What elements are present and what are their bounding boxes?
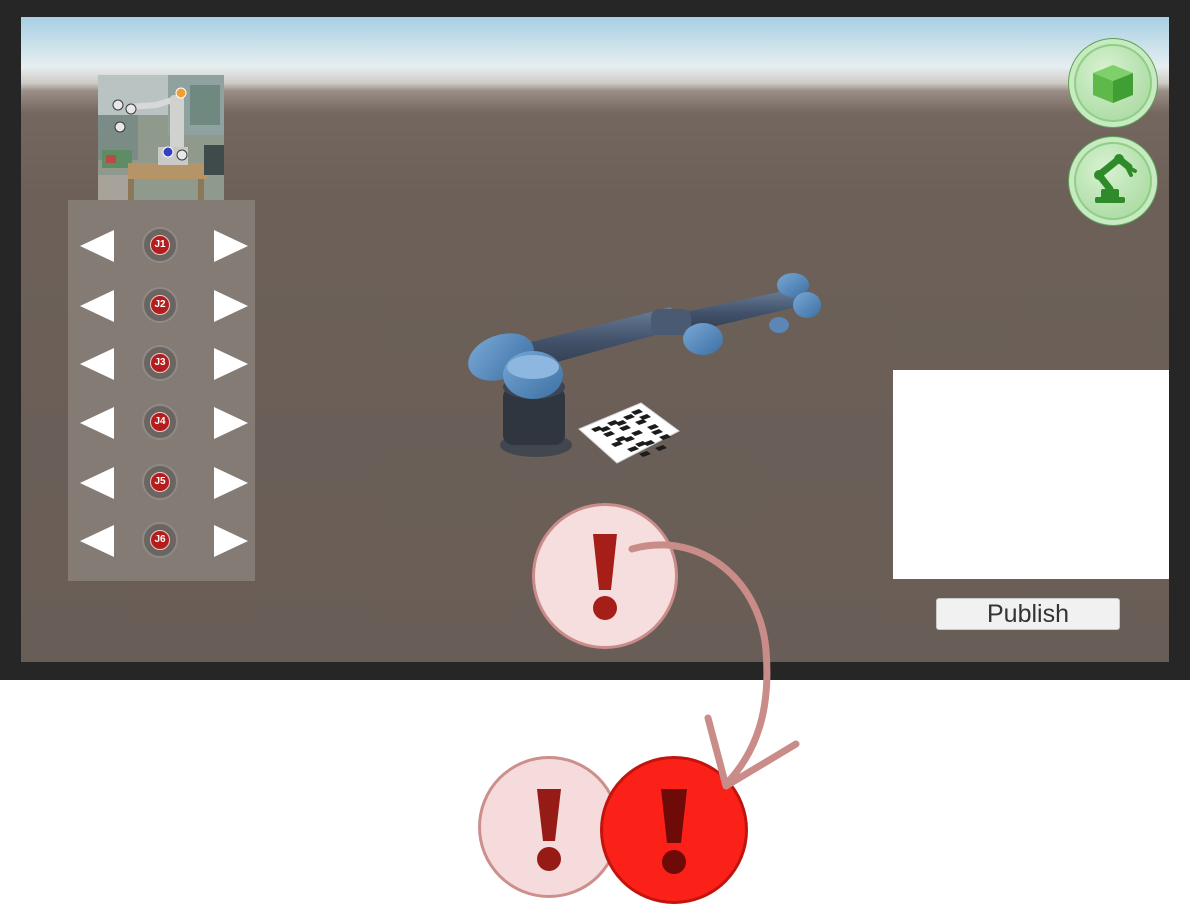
calibration-checkerboard [578,402,680,464]
joint-row-3: J3 [68,344,255,384]
joint-4-badge: J4 [142,404,178,440]
joint-6-decrease-arrow-icon[interactable] [80,525,114,557]
robot-arm-icon [1094,154,1137,203]
joint-1-badge: J1 [142,227,178,263]
joint-2-label: J2 [150,295,170,315]
joint-1-label: J1 [150,235,170,255]
joint-row-6: J6 [68,521,255,561]
cube-view-button[interactable] [1069,39,1157,127]
joint-5-label: J5 [150,472,170,492]
joint-4-increase-arrow-icon[interactable] [214,407,248,439]
joint-3-decrease-arrow-icon[interactable] [80,348,114,380]
joint-5-decrease-arrow-icon[interactable] [80,467,114,499]
robot-mode-button[interactable] [1069,137,1157,225]
alert-inactive-state [478,756,620,898]
cube-icon [1093,65,1133,103]
image-preview-panel [893,370,1169,579]
joint-2-increase-arrow-icon[interactable] [214,290,248,322]
joint-1-decrease-arrow-icon[interactable] [80,230,114,262]
joint-3-label: J3 [150,353,170,373]
joint-2-badge: J2 [142,287,178,323]
joint-2-decrease-arrow-icon[interactable] [80,290,114,322]
joint-row-5: J5 [68,463,255,503]
joint-5-badge: J5 [142,464,178,500]
publish-button[interactable]: Publish [936,598,1120,630]
exclamation-icon [593,534,617,620]
joint-6-label: J6 [150,530,170,550]
joint-row-2: J2 [68,286,255,326]
joint-1-increase-arrow-icon[interactable] [214,230,248,262]
joint-6-increase-arrow-icon[interactable] [214,525,248,557]
joint-3-badge: J3 [142,345,178,381]
exclamation-icon [537,789,561,871]
joint-control-panel: J1 J2 J3 J4 J5 J6 [68,200,255,581]
joint-5-increase-arrow-icon[interactable] [214,467,248,499]
joint-row-1: J1 [68,226,255,266]
camera-thumbnail [98,75,224,200]
joint-4-label: J4 [150,412,170,432]
joint-6-badge: J6 [142,522,178,558]
joint-3-increase-arrow-icon[interactable] [214,348,248,380]
alert-active-state [600,756,748,904]
alert-indicator-button[interactable] [532,503,678,649]
joint-4-decrease-arrow-icon[interactable] [80,407,114,439]
exclamation-icon [661,789,687,874]
joint-row-4: J4 [68,403,255,443]
